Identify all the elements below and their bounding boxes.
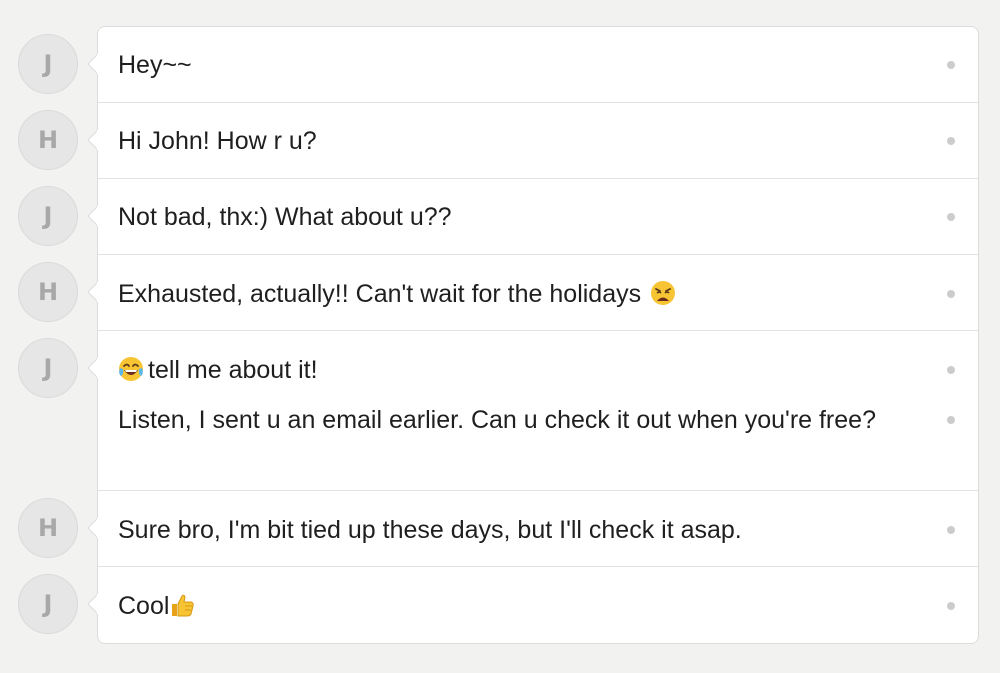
message-text: Hi John! How r u? bbox=[118, 127, 317, 155]
bubble-pointer bbox=[88, 54, 98, 74]
avatar[interactable]: H bbox=[18, 110, 78, 170]
weary-face-icon bbox=[650, 280, 676, 306]
message-content: Cool bbox=[118, 589, 933, 623]
message-text: Sure bro, I'm bit tied up these days, bu… bbox=[118, 516, 742, 544]
message-divider bbox=[98, 330, 978, 331]
message-divider bbox=[98, 490, 978, 491]
message-status-dot[interactable] bbox=[947, 526, 955, 534]
avatar[interactable]: J bbox=[18, 574, 78, 634]
message-status-dot[interactable] bbox=[947, 61, 955, 69]
message-text: Listen, I sent u an email earlier. Can u… bbox=[118, 406, 876, 434]
bubble-pointer bbox=[88, 358, 98, 378]
message-status-dot[interactable] bbox=[947, 213, 955, 221]
message-status-dot[interactable] bbox=[947, 366, 955, 374]
bubble-pointer bbox=[88, 206, 98, 226]
message-text: Not bad, thx:) What about u?? bbox=[118, 203, 452, 231]
tears-of-joy-icon bbox=[118, 356, 144, 382]
thumbs-up-icon bbox=[169, 592, 195, 618]
avatar[interactable]: H bbox=[18, 262, 78, 322]
message-text: Exhausted, actually!! Can't wait for the… bbox=[118, 280, 642, 308]
message-content: Exhausted, actually!! Can't wait for the… bbox=[118, 277, 933, 311]
chat-window: J Hey~~ H Hi John! How r u? J Not bad, t… bbox=[0, 0, 1000, 673]
message-status-dot[interactable] bbox=[947, 602, 955, 610]
avatar[interactable]: J bbox=[18, 186, 78, 246]
message-text: Hey~~ bbox=[118, 51, 192, 79]
avatar[interactable]: J bbox=[18, 338, 78, 398]
message-status-dot[interactable] bbox=[947, 137, 955, 145]
message-divider bbox=[98, 254, 978, 255]
messages-panel bbox=[97, 26, 979, 644]
avatar[interactable]: H bbox=[18, 498, 78, 558]
bubble-pointer bbox=[88, 518, 98, 538]
message-divider bbox=[98, 566, 978, 567]
message-text: Cool bbox=[118, 592, 170, 620]
bubble-pointer bbox=[88, 130, 98, 150]
message-status-dot[interactable] bbox=[947, 416, 955, 424]
message-status-dot[interactable] bbox=[947, 290, 955, 298]
message-text: tell me about it! bbox=[148, 356, 318, 384]
bubble-pointer bbox=[88, 594, 98, 614]
bubble-pointer bbox=[88, 282, 98, 302]
avatar[interactable]: J bbox=[18, 34, 78, 94]
message-divider bbox=[98, 102, 978, 103]
message-content: tell me about it! bbox=[118, 353, 933, 387]
message-divider bbox=[98, 178, 978, 179]
